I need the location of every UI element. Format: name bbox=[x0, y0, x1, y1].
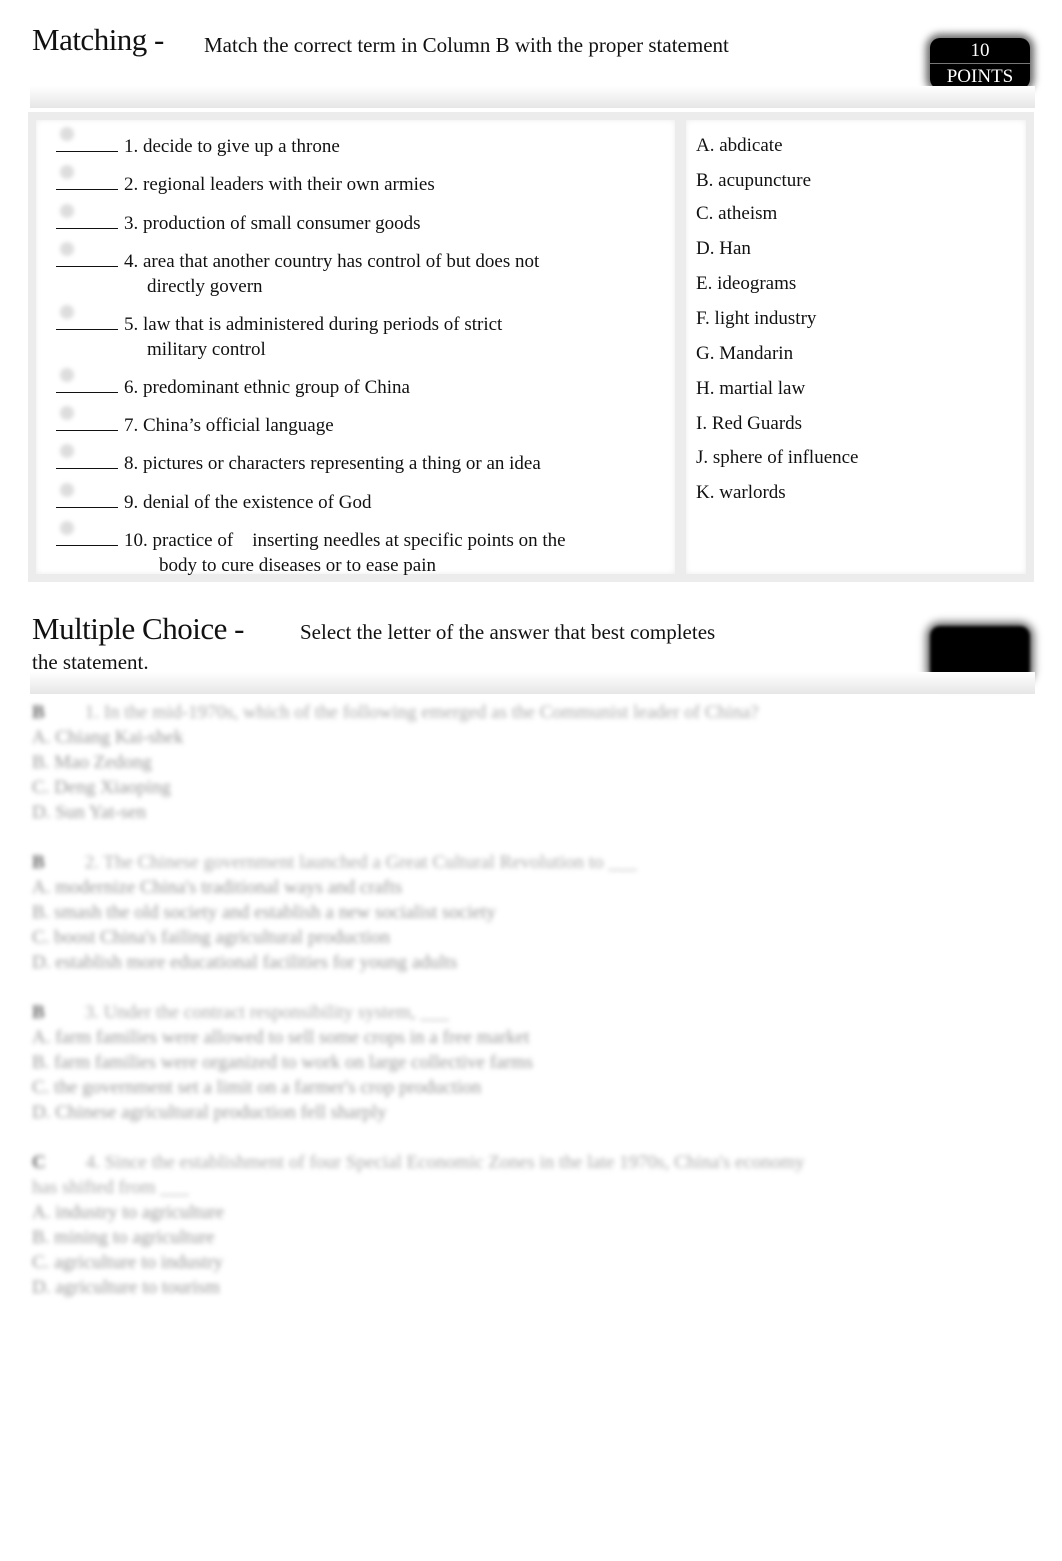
matching-statement: 3. production of small consumer goods bbox=[56, 204, 656, 236]
matching-instruction: Match the correct term in Column B with … bbox=[204, 33, 729, 57]
answer-blank[interactable] bbox=[56, 521, 118, 546]
term-item: J. sphere of influence bbox=[696, 447, 859, 468]
mc-option[interactable]: D. establish more educational facilities… bbox=[32, 950, 912, 975]
mc-option[interactable]: A. farm families were allowed to sell so… bbox=[32, 1025, 912, 1050]
term-item: F. light industry bbox=[696, 308, 817, 329]
mc-question: B 3. Under the contract responsibility sy… bbox=[32, 1000, 912, 1125]
term-item: D. Han bbox=[696, 238, 751, 259]
mc-option[interactable]: D. agriculture to tourism bbox=[32, 1275, 912, 1300]
mc-question: B 2. The Chinese government launched a Gr… bbox=[32, 850, 912, 975]
mc-option[interactable]: D. Chinese agricultural production fell … bbox=[32, 1100, 912, 1125]
mc-option[interactable]: B. farm families were organized to work … bbox=[32, 1050, 912, 1075]
mc-option[interactable]: C. agriculture to industry bbox=[32, 1250, 912, 1275]
matching-statement: 1. decide to give up a throne bbox=[56, 127, 656, 159]
term-item: I. Red Guards bbox=[696, 413, 803, 434]
mc-option[interactable]: A. Chiang Kai-shek bbox=[32, 725, 912, 750]
matching-statement: 7. China’s official language bbox=[56, 406, 656, 438]
term-item: A. abdicate bbox=[696, 135, 783, 156]
points-value: 10 bbox=[930, 38, 1030, 64]
matching-statement: 5. law that is administered during perio… bbox=[56, 305, 656, 362]
mc-option[interactable]: B. Mao Zedong bbox=[32, 750, 912, 775]
matching-statement: 8. pictures or characters representing a… bbox=[56, 444, 656, 476]
answer-blank[interactable] bbox=[56, 127, 118, 152]
mc-instruction: Select the letter of the answer that bes… bbox=[300, 620, 716, 644]
column-b-box: A. abdicate B. acupuncture C. atheism D.… bbox=[678, 112, 1034, 582]
mc-option[interactable]: A. modernize China's traditional ways an… bbox=[32, 875, 912, 900]
term-item: B. acupuncture bbox=[696, 170, 812, 191]
mc-option[interactable]: B. smash the old society and establish a… bbox=[32, 900, 912, 925]
answer-blank[interactable] bbox=[56, 444, 118, 469]
matching-statement: 6. predominant ethnic group of China bbox=[56, 368, 656, 400]
term-item: E. ideograms bbox=[696, 273, 797, 294]
answer-blank[interactable] bbox=[56, 305, 118, 330]
mc-option[interactable]: C. the government set a limit on a farme… bbox=[32, 1075, 912, 1100]
term-item: C. atheism bbox=[696, 203, 778, 224]
mc-option[interactable]: A. industry to agriculture bbox=[32, 1200, 912, 1225]
answer-blank[interactable] bbox=[56, 242, 118, 267]
term-item: G. Mandarin bbox=[696, 343, 794, 364]
answer-blank[interactable] bbox=[56, 406, 118, 431]
answer-blank[interactable] bbox=[56, 165, 118, 190]
matching-divider bbox=[30, 86, 1035, 108]
term-item: K. warlords bbox=[696, 482, 786, 503]
mc-question: B 1. In the mid-1970s, which of the follo… bbox=[32, 700, 912, 825]
answer-blank[interactable] bbox=[56, 368, 118, 393]
matching-statement: 9. denial of the existence of God bbox=[56, 483, 656, 515]
mc-divider bbox=[30, 672, 1035, 694]
matching-statement: 10. practice of inserting needles at spe… bbox=[56, 521, 656, 578]
mc-option[interactable]: C. Deng Xiaoping bbox=[32, 775, 912, 800]
matching-statement: 2. regional leaders with their own armie… bbox=[56, 165, 656, 197]
mc-question: C 4. Since the establishment of four Spec… bbox=[32, 1150, 912, 1300]
mc-title: Multiple Choice - bbox=[32, 611, 244, 646]
term-item: H. martial law bbox=[696, 378, 806, 399]
matching-title: Matching - bbox=[32, 22, 164, 57]
answer-blank[interactable] bbox=[56, 204, 118, 229]
answer-blank[interactable] bbox=[56, 483, 118, 508]
mc-option[interactable]: B. mining to agriculture bbox=[32, 1225, 912, 1250]
mc-option[interactable]: C. boost China's failing agricultural pr… bbox=[32, 925, 912, 950]
matching-statement: 4. area that another country has control… bbox=[56, 242, 656, 299]
mc-option[interactable]: D. Sun Yat-sen bbox=[32, 800, 912, 825]
matching-points-badge: 10 POINTS bbox=[930, 38, 1030, 89]
column-a-box: 1. decide to give up a throne 2. regiona… bbox=[28, 112, 683, 582]
